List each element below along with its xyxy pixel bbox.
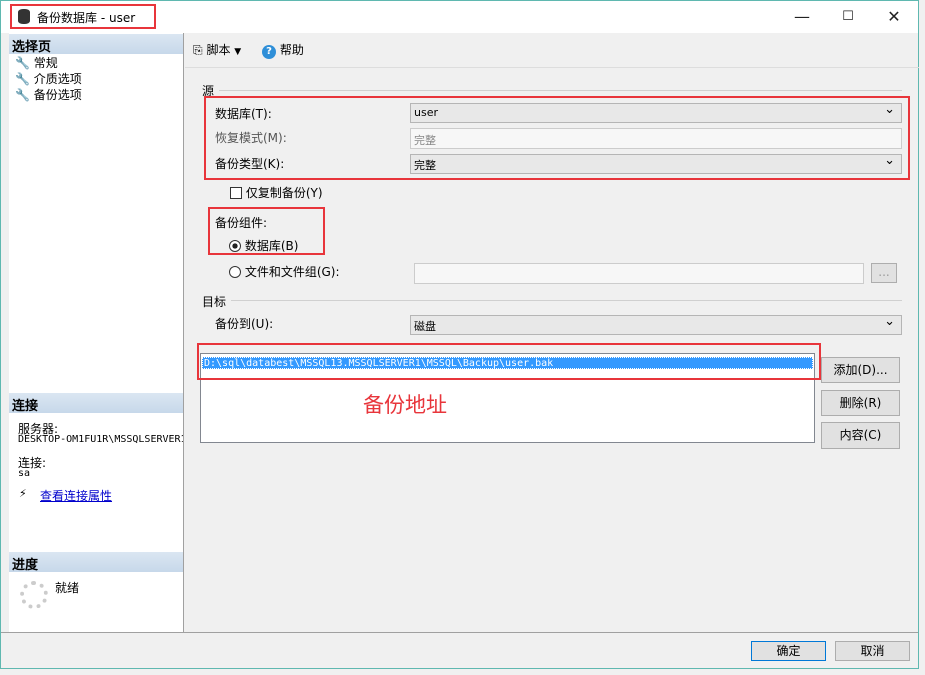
backup-type-select[interactable]: 完整 — [410, 153, 902, 174]
component-files-radio[interactable]: 文件和文件组(G): — [229, 263, 340, 280]
backup-type-label: 备份类型(K): — [215, 157, 285, 171]
wrench-icon: 🔧 — [15, 56, 30, 70]
radio-label: 数据库(B) — [244, 239, 299, 253]
recovery-model-label: 恢复模式(M): — [215, 131, 287, 145]
contents-button[interactable]: 内容(C) — [821, 422, 900, 449]
plug-icon: ⚡ — [19, 487, 27, 500]
browse-files-button[interactable]: ... — [871, 263, 897, 283]
wrench-icon: 🔧 — [15, 72, 30, 86]
backup-path-annotation: 备份地址 — [363, 393, 447, 417]
close-button[interactable]: ✕ — [871, 1, 917, 33]
files-field — [414, 263, 864, 284]
ok-button[interactable]: 确定 — [751, 641, 826, 661]
connection-header: 连接 — [9, 393, 183, 414]
script-button[interactable]: ⎘ 脚本 ▼ — [193, 41, 241, 58]
title-bar: 备份数据库 - user — ☐ ✕ — [1, 1, 918, 33]
server-value: DESKTOP-OM1FU1R\MSSQLSERVER1 — [18, 434, 183, 445]
remove-button[interactable]: 删除(R) — [821, 390, 900, 416]
database-label: 数据库(T): — [215, 107, 272, 121]
page-backup-options[interactable]: 🔧 备份选项 — [15, 86, 82, 103]
database-icon — [18, 9, 30, 24]
checkbox-icon — [230, 187, 242, 199]
cancel-button[interactable]: 取消 — [835, 641, 910, 661]
database-select[interactable]: user — [410, 102, 902, 123]
backup-to-label: 备份到(U): — [215, 317, 274, 331]
connection-value: sa — [18, 468, 31, 479]
progress-status: 就绪 — [55, 581, 80, 595]
spinner-icon — [20, 581, 48, 609]
add-button[interactable]: 添加(D)... — [821, 357, 900, 383]
component-database-radio[interactable]: 数据库(B) — [229, 237, 298, 254]
page-label: 备份选项 — [33, 88, 82, 102]
page-label: 常规 — [33, 56, 58, 70]
progress-header: 进度 — [9, 552, 183, 573]
left-panel: 选择页 🔧 常规 🔧 介质选项 🔧 备份选项 连接 服务器: DESKTOP-O… — [9, 33, 184, 632]
view-connection-properties-link[interactable]: 查看连接属性 — [40, 487, 112, 504]
wrench-icon: 🔧 — [15, 88, 30, 102]
radio-checked-icon — [229, 240, 241, 252]
radio-icon — [229, 266, 241, 278]
recovery-model-field: 完整 — [410, 128, 902, 149]
script-label: 脚本 — [206, 43, 231, 57]
copy-only-label: 仅复制备份(Y) — [245, 186, 323, 200]
target-legend: 目标 — [202, 295, 227, 309]
backup-to-select[interactable]: 磁盘 — [410, 314, 902, 335]
window-title: 备份数据库 - user — [37, 11, 136, 25]
maximize-button[interactable]: ☐ — [825, 1, 871, 33]
select-page-header: 选择页 — [9, 34, 183, 55]
path-highlight — [197, 343, 821, 380]
page-label: 介质选项 — [33, 72, 82, 86]
minimize-button[interactable]: — — [779, 1, 825, 33]
page-media-options[interactable]: 🔧 介质选项 — [15, 70, 82, 87]
backup-component-label: 备份组件: — [215, 216, 268, 230]
radio-label: 文件和文件组(G): — [244, 265, 340, 279]
help-icon: ? — [262, 45, 276, 59]
backup-dialog: 备份数据库 - user — ☐ ✕ 选择页 🔧 常规 🔧 介质选项 🔧 备份选… — [0, 0, 919, 669]
page-general[interactable]: 🔧 常规 — [15, 54, 58, 71]
script-icon: ⎘ — [193, 43, 203, 57]
help-button[interactable]: ? 帮助 — [262, 41, 304, 59]
help-label: 帮助 — [279, 43, 304, 57]
chevron-down-icon: ▼ — [234, 47, 242, 57]
copy-only-checkbox[interactable]: 仅复制备份(Y) — [230, 184, 323, 201]
